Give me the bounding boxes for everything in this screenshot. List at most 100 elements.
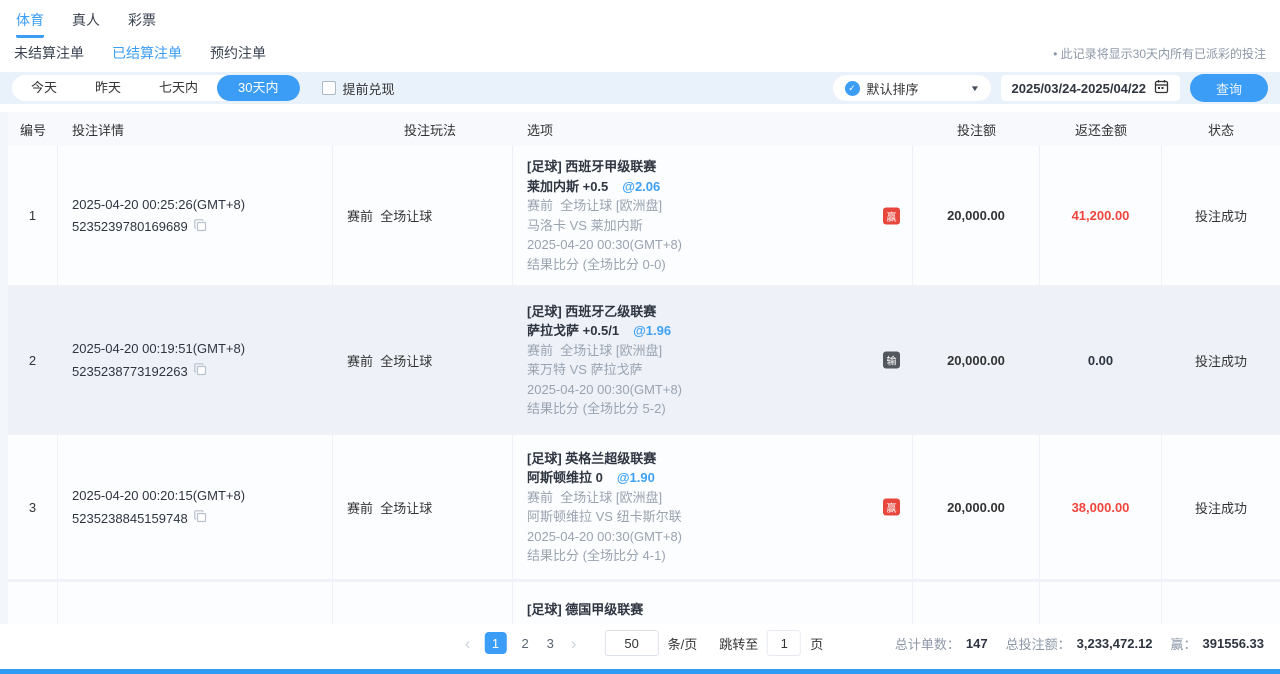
tab-live[interactable]: 真人 xyxy=(72,10,100,38)
option-result: 结果比分 (全场比分 5-2) xyxy=(527,399,912,419)
filter-bar-right: ✓ 默认排序 ▼ 2025/03/24-2025/04/22 查询 xyxy=(833,74,1268,102)
bet-time: 2025-04-20 00:25:26(GMT+8) xyxy=(72,197,332,212)
option-play-detail: 赛前 全场让球 [欧洲盘] xyxy=(527,196,912,216)
option-league: [足球] 西班牙乙级联赛 xyxy=(527,302,912,322)
header-play-type: 投注玩法 xyxy=(333,120,513,139)
bet-status xyxy=(1162,582,1280,624)
bet-id: 5235239780169689 xyxy=(72,219,188,234)
row-number xyxy=(8,582,58,624)
option-odds: @1.90 xyxy=(617,470,655,485)
option-league: [足球] 英格兰超级联赛 xyxy=(527,449,912,469)
page-2[interactable]: 2 xyxy=(512,636,537,651)
header-id: 编号 xyxy=(8,120,58,139)
sort-dropdown[interactable]: ✓ 默认排序 ▼ xyxy=(833,75,991,101)
option-odds: @2.06 xyxy=(622,179,660,194)
copy-icon[interactable] xyxy=(194,363,207,379)
early-cashout-checkbox[interactable] xyxy=(322,81,336,95)
prev-page-icon[interactable]: ‹ xyxy=(457,635,479,652)
bet-detail-cell: 2025-04-20 00:19:51(GMT+8) 5235238773192… xyxy=(58,288,333,432)
stake-amount: 20,000.00 xyxy=(913,435,1040,579)
per-page-label: 条/页 xyxy=(668,634,698,653)
stake-amount: 20,000.00 xyxy=(913,146,1040,285)
win-badge: 赢 xyxy=(883,499,900,516)
query-button[interactable]: 查询 xyxy=(1190,74,1268,102)
early-cashout-filter[interactable]: 提前兑现 xyxy=(322,79,395,98)
option-result: 结果比分 (全场比分 4-1) xyxy=(527,546,912,566)
table-row: 2 2025-04-20 00:19:51(GMT+8) 52352387731… xyxy=(8,288,1280,435)
option-match-time: 2025-04-20 00:30(GMT+8) xyxy=(527,235,912,255)
page: 体育 真人 彩票 未结算注单 已结算注单 预约注单 • 此记录将显示30天内所有… xyxy=(0,0,1280,674)
option-league: [足球] 德国甲级联赛 xyxy=(527,600,912,620)
next-page-icon[interactable]: › xyxy=(563,635,585,652)
option-league: [足球] 西班牙甲级联赛 xyxy=(527,157,912,177)
bet-detail-cell xyxy=(58,582,333,624)
table-header: 编号 投注详情 投注玩法 选项 投注额 返还金额 状态 xyxy=(8,112,1280,146)
bet-id: 5235238773192263 xyxy=(72,364,188,379)
option-cell: [足球] 英格兰超级联赛 阿斯顿维拉 0@1.90 赛前 全场让球 [欧洲盘] … xyxy=(513,435,913,579)
jump-to-label: 跳转至 xyxy=(719,634,758,653)
sort-label: 默认排序 xyxy=(867,79,919,98)
option-result: 结果比分 (全场比分 0-0) xyxy=(527,255,912,275)
row-number: 2 xyxy=(8,288,58,432)
top-nav: 体育 真人 彩票 xyxy=(0,0,1280,38)
tab-unsettled-bets[interactable]: 未结算注单 xyxy=(14,43,84,63)
option-cell: [足球] 西班牙甲级联赛 莱加内斯 +0.5 @2.06 赛前 全场让球 [欧洲盘… xyxy=(513,146,913,285)
quick-date-filters: 今天 昨天 七天内 30天内 xyxy=(12,75,300,101)
jump-page-input[interactable] xyxy=(767,630,801,656)
row-number: 3 xyxy=(8,435,58,579)
filter-today[interactable]: 今天 xyxy=(12,75,76,101)
option-match: 阿斯顿维拉 VS 纽卡斯尔联 xyxy=(527,507,912,527)
total-stake-label: 总投注额： xyxy=(1006,634,1071,653)
pagination: ‹ 1 2 3 › 条/页 跳转至 页 xyxy=(457,630,823,656)
header-status: 状态 xyxy=(1162,120,1280,139)
filter-30days[interactable]: 30天内 xyxy=(217,75,299,101)
table-footer: ‹ 1 2 3 › 条/页 跳转至 页 总计单数： 147 总投注额： 3,23… xyxy=(0,624,1280,662)
play-type: 赛前 全场让球 xyxy=(333,435,513,579)
filter-7days[interactable]: 七天内 xyxy=(140,75,217,101)
tab-lottery[interactable]: 彩票 xyxy=(128,10,156,38)
page-unit-label: 页 xyxy=(810,634,823,653)
option-pick: 萨拉戈萨 +0.5/1 xyxy=(527,323,619,338)
bet-time: 2025-04-20 00:20:15(GMT+8) xyxy=(72,488,332,503)
row-number: 1 xyxy=(8,146,58,285)
bet-status: 投注成功 xyxy=(1162,146,1280,285)
payout-amount: 41,200.00 xyxy=(1040,146,1162,285)
option-pick: 莱加内斯 +0.5 xyxy=(527,179,608,194)
tab-reserved-bets[interactable]: 预约注单 xyxy=(210,43,266,63)
copy-icon[interactable] xyxy=(194,219,207,235)
date-range-picker[interactable]: 2025/03/24-2025/04/22 xyxy=(1001,75,1180,101)
play-type xyxy=(333,582,513,624)
total-count-value: 147 xyxy=(966,636,988,651)
table-row: 1 2025-04-20 00:25:26(GMT+8) 52352397801… xyxy=(8,146,1280,288)
bets-table: 编号 投注详情 投注玩法 选项 投注额 返还金额 状态 1 2025-04-20… xyxy=(0,112,1280,624)
stake-amount xyxy=(913,582,1040,624)
bet-detail-cell: 2025-04-20 00:20:15(GMT+8) 5235238845159… xyxy=(58,435,333,579)
header-option: 选项 xyxy=(513,120,913,139)
total-count-label: 总计单数： xyxy=(895,634,960,653)
totals-summary: 总计单数： 147 总投注额： 3,233,472.12 赢： 391556.3… xyxy=(895,634,1280,653)
option-match: 马洛卡 VS 莱加内斯 xyxy=(527,216,912,236)
tab-settled-bets[interactable]: 已结算注单 xyxy=(112,43,182,63)
records-note: • 此记录将显示30天内所有已派彩的投注 xyxy=(1053,45,1266,62)
bet-status: 投注成功 xyxy=(1162,288,1280,432)
copy-icon[interactable] xyxy=(194,510,207,526)
lose-badge: 输 xyxy=(883,352,900,369)
total-stake-value: 3,233,472.12 xyxy=(1077,636,1153,651)
early-cashout-label: 提前兑现 xyxy=(343,79,395,98)
payout-amount: 38,000.00 xyxy=(1040,435,1162,579)
play-type: 赛前 全场让球 xyxy=(333,288,513,432)
calendar-icon xyxy=(1154,79,1169,97)
tab-sports[interactable]: 体育 xyxy=(16,10,44,38)
total-win-label: 赢： xyxy=(1171,634,1197,653)
bottom-accent-bar xyxy=(0,669,1280,674)
filter-yesterday[interactable]: 昨天 xyxy=(76,75,140,101)
page-size-input[interactable] xyxy=(605,630,659,656)
page-1[interactable]: 1 xyxy=(484,632,506,654)
stake-amount: 20,000.00 xyxy=(913,288,1040,432)
page-3[interactable]: 3 xyxy=(538,636,563,651)
header-payout: 返还金额 xyxy=(1040,120,1162,139)
filter-bar: 今天 昨天 七天内 30天内 提前兑现 ✓ 默认排序 ▼ 2025/03/24-… xyxy=(0,72,1280,104)
sub-nav: 未结算注单 已结算注单 预约注单 • 此记录将显示30天内所有已派彩的投注 xyxy=(0,38,1280,68)
bet-id: 5235238845159748 xyxy=(72,511,188,526)
play-type: 赛前 全场让球 xyxy=(333,146,513,285)
